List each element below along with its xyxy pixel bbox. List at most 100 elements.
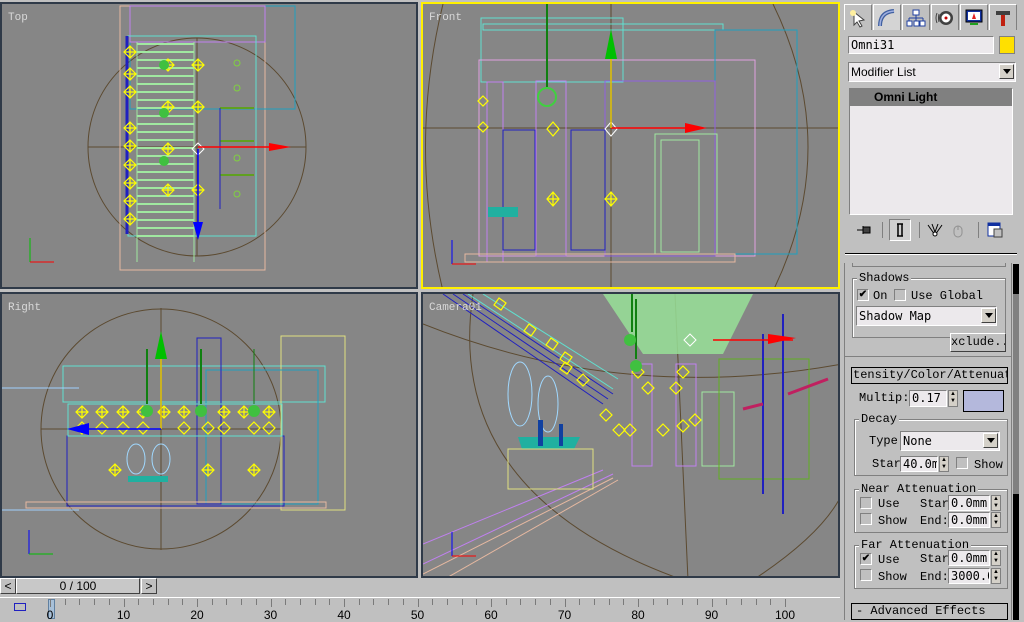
shadow-type-arrow[interactable] [981, 308, 996, 323]
ruler-tick [197, 599, 198, 607]
ruler-tick [476, 599, 478, 605]
near-start-field[interactable]: 0.0mm [948, 495, 990, 511]
object-color-swatch[interactable] [999, 36, 1015, 54]
decay-start-label: Star [872, 457, 901, 471]
top-view-wireframe [29, 5, 307, 271]
far-end-spinner[interactable]: ▲ ▼ [991, 568, 1001, 584]
make-unique-button[interactable] [926, 221, 944, 239]
intensity-color-attenuation-rollout[interactable]: tensity/Color/Attenuati [851, 367, 1008, 384]
exclude-button[interactable]: xclude.. [950, 333, 1006, 352]
viewport-label[interactable]: Front [429, 12, 462, 24]
viewport-label[interactable]: Top [8, 12, 28, 24]
ruler-tick [373, 599, 375, 605]
viewport-right[interactable]: Right [0, 292, 418, 578]
tab-modify[interactable] [873, 4, 901, 30]
near-attenuation-title: Near Attenuation [859, 482, 979, 496]
decay-type-arrow[interactable] [983, 433, 998, 448]
pin-stack-button[interactable] [856, 222, 874, 238]
shadows-on-checkbox[interactable]: ✔ [857, 289, 869, 301]
use-global-label: Use Global [911, 289, 984, 303]
decay-title: Decay [859, 412, 900, 426]
ruler-tick [94, 599, 96, 605]
tab-display[interactable] [960, 4, 988, 30]
near-end-field[interactable]: 0.0mm [948, 512, 990, 528]
far-end-field[interactable]: 3000.0 [948, 568, 990, 584]
track-bar-toggle-icon[interactable] [14, 603, 26, 611]
stack-item-omni-light[interactable]: Omni Light [850, 89, 1012, 106]
ruler-tick [167, 599, 169, 605]
separator [919, 222, 920, 238]
rollout-bottom [852, 263, 1006, 267]
viewport-label[interactable]: Right [8, 302, 41, 314]
use-global-checkbox[interactable] [894, 289, 906, 301]
decay-start-spinner[interactable]: ▲ ▼ [939, 456, 949, 472]
command-panel: Omni31 Modifier List Omni Light Shadows … [840, 0, 1024, 620]
ruler-tick [520, 599, 522, 605]
ruler-tick [123, 599, 125, 607]
near-end-spinner[interactable]: ▲ ▼ [991, 512, 1001, 528]
scrollbar-track-dark [1013, 494, 1019, 620]
shadow-type-dropdown[interactable]: Shadow Map [856, 306, 997, 326]
far-show-checkbox[interactable] [860, 569, 872, 581]
viewport-label[interactable]: Camera01 [429, 302, 482, 314]
ruler-tick [314, 599, 316, 605]
show-end-result-icon [897, 223, 903, 237]
near-show-checkbox[interactable] [860, 513, 872, 525]
viewport-camera[interactable]: Camera01 [421, 292, 840, 578]
near-use-checkbox[interactable] [860, 497, 872, 509]
decay-start-field[interactable]: 40.0m [900, 456, 938, 472]
pin-icon [857, 226, 871, 234]
modifier-stack[interactable]: Omni Light [849, 88, 1013, 215]
make-unique-icon [927, 223, 943, 237]
ruler-tick [432, 599, 434, 605]
remove-modifier-button[interactable] [950, 221, 966, 239]
ruler-tick [152, 599, 154, 605]
hierarchy-icon [906, 9, 926, 26]
scrollbar-thumb[interactable] [1013, 264, 1019, 294]
ruler-tick [138, 599, 140, 605]
time-slider-prev-button[interactable]: < [0, 578, 16, 594]
ruler-tick [241, 599, 243, 605]
object-name-field[interactable]: Omni31 [848, 36, 994, 54]
ruler-tick [564, 599, 566, 607]
tab-hierarchy[interactable] [902, 4, 930, 30]
ruler-tick [491, 599, 492, 607]
ruler-tick [255, 599, 257, 605]
far-end-label: End: [920, 570, 949, 584]
far-use-label: Use [878, 553, 900, 567]
timeline-area: < 0 / 100 > 0 10 20 30 40 50 60 70 80 90 100 [0, 578, 840, 622]
ruler-tick [417, 599, 419, 607]
ruler-tick [608, 599, 610, 605]
far-start-field[interactable]: 0.0mm [948, 550, 990, 566]
near-end-label: End: [920, 514, 949, 528]
multiplier-spinner[interactable]: ▲ ▼ [948, 390, 958, 407]
viewport-top[interactable]: Top [0, 2, 418, 289]
decay-show-checkbox[interactable] [956, 457, 968, 469]
far-start-spinner[interactable]: ▲ ▼ [991, 550, 1001, 566]
tab-create[interactable] [844, 4, 872, 30]
tab-utilities[interactable] [989, 4, 1017, 30]
viewport-front[interactable]: Front [421, 2, 840, 289]
modifier-list-arrow[interactable] [999, 64, 1014, 79]
near-start-spinner[interactable]: ▲ ▼ [991, 495, 1001, 511]
right-view-wireframe [2, 308, 346, 555]
separator [978, 222, 979, 238]
ruler-tick [270, 599, 272, 607]
multiplier-field[interactable]: 0.17 [909, 390, 947, 407]
track-bar[interactable]: 0 10 20 30 40 50 60 70 80 90 100 [47, 598, 795, 622]
ruler-tick [299, 599, 301, 605]
shadows-title: Shadows [857, 271, 912, 285]
time-slider[interactable]: 0 / 100 [16, 578, 140, 594]
far-use-checkbox[interactable]: ✔ [860, 553, 872, 565]
tab-motion[interactable] [931, 4, 959, 30]
time-slider-next-button[interactable]: > [141, 578, 157, 594]
rollout-scrollbar[interactable] [1013, 264, 1019, 620]
light-color-swatch[interactable] [963, 390, 1004, 412]
ruler-tick [785, 599, 786, 607]
modifier-list-dropdown[interactable]: Modifier List [848, 62, 1016, 82]
utilities-icon [996, 10, 1010, 26]
show-end-result-button[interactable] [889, 219, 911, 241]
configure-modifier-sets-button[interactable] [986, 221, 1004, 239]
ruler-tick [79, 599, 81, 605]
advanced-effects-rollout[interactable]: - Advanced Effects [851, 603, 1008, 620]
